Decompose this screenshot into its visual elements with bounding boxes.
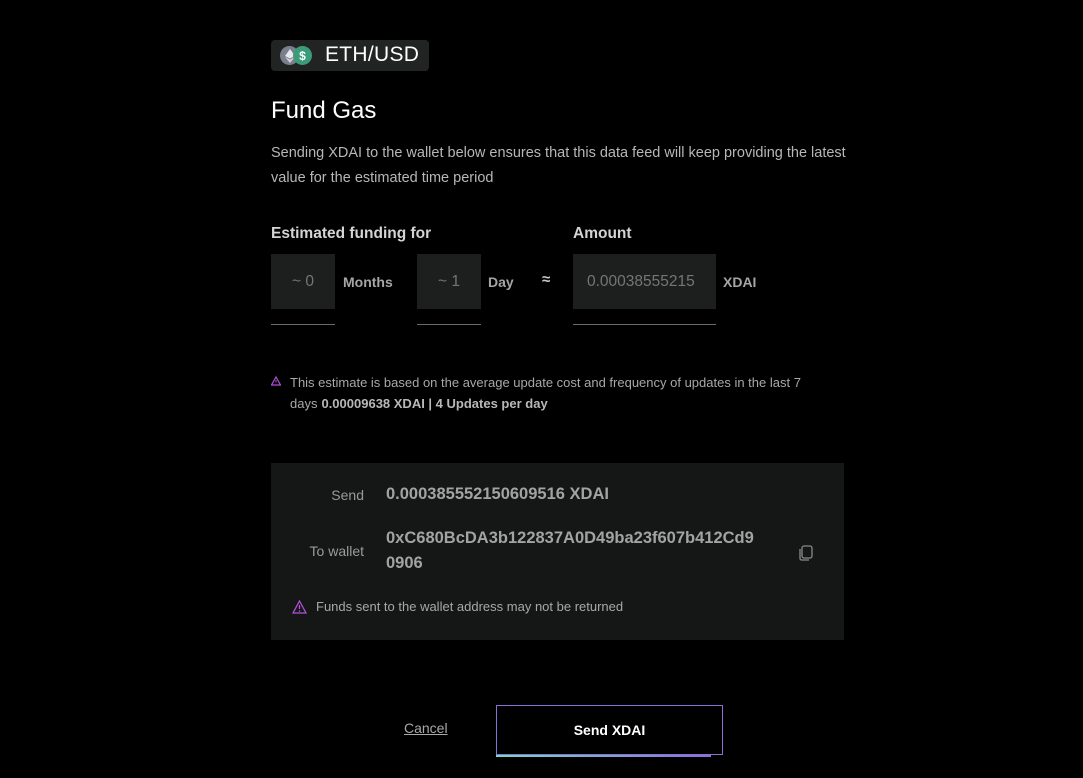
funding-label: Estimated funding for (271, 225, 432, 242)
wallet-label: To wallet (309, 543, 364, 559)
send-button-accent (496, 755, 711, 757)
send-xdai-button[interactable]: Send XDAI (496, 705, 723, 755)
days-unit-label: Day (488, 274, 514, 290)
amount-label: Amount (573, 225, 632, 242)
approx-symbol: ≈ (542, 271, 551, 288)
amount-unit-label: XDAI (723, 274, 757, 290)
months-input-underline (271, 324, 335, 325)
amount-input[interactable]: 0.00038555215 (573, 254, 716, 309)
wallet-address-line-2: 0906 (386, 554, 423, 572)
estimate-note: This estimate is based on the average up… (271, 372, 831, 414)
wallet-address-line-1: 0xC680BcDA3b122837A0D49ba23f607b412Cd9 (386, 529, 754, 547)
pair-label: ETH/USD (325, 43, 420, 66)
send-label: Send (331, 487, 364, 503)
send-summary-card: Send 0.000385552150609516 XDAI To wallet… (271, 463, 844, 640)
copy-icon[interactable] (797, 543, 815, 561)
dollar-icon: $ (293, 46, 312, 65)
card-warning-text: Funds sent to the wallet address may not… (316, 599, 624, 614)
amount-input-underline (573, 324, 716, 325)
pair-badge: $ ETH/USD (271, 40, 429, 71)
days-input[interactable]: ~ 1 (417, 254, 481, 309)
send-amount-value: 0.000385552150609516 XDAI (386, 485, 609, 503)
wallet-address: 0xC680BcDA3b122837A0D49ba23f607b412Cd9 0… (386, 526, 786, 576)
cancel-button[interactable]: Cancel (404, 720, 448, 736)
fund-gas-page: $ ETH/USD Fund Gas Sending XDAI to the w… (0, 0, 1083, 778)
warning-icon (271, 376, 281, 386)
months-unit-label: Months (343, 274, 393, 290)
months-input[interactable]: ~ 0 (271, 254, 335, 309)
warning-icon (292, 600, 307, 614)
page-description: Sending XDAI to the wallet below ensures… (271, 145, 846, 186)
estimate-stats: 0.00009638 XDAI | 4 Updates per day (321, 396, 548, 411)
card-warning: Funds sent to the wallet address may not… (292, 599, 623, 614)
days-input-underline (417, 324, 481, 325)
page-title: Fund Gas (271, 97, 377, 124)
